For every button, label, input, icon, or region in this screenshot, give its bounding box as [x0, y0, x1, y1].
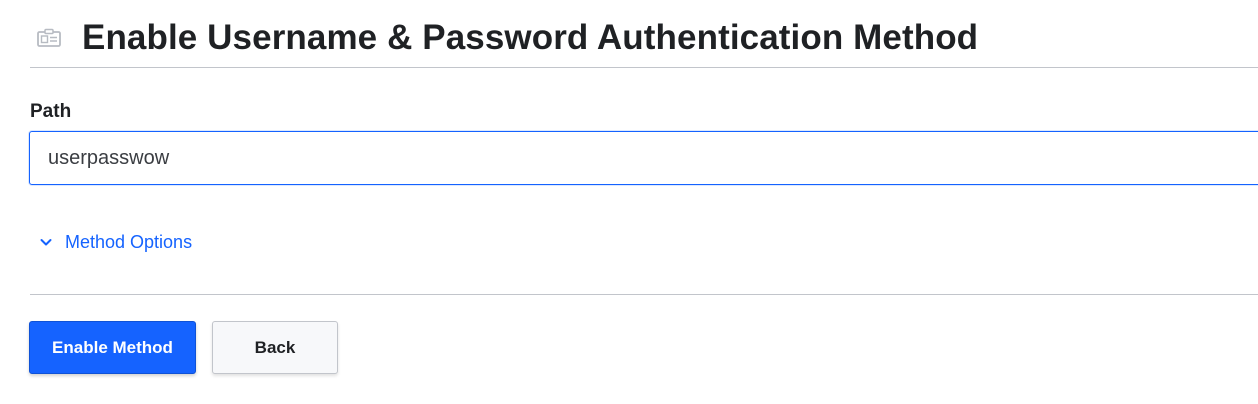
enable-method-button[interactable]: Enable Method	[29, 321, 196, 374]
method-options-label: Method Options	[65, 232, 193, 252]
back-button[interactable]: Back	[212, 321, 338, 374]
section-divider	[30, 294, 1258, 295]
id-card-icon	[36, 28, 62, 48]
path-label: Path	[30, 101, 72, 122]
chevron-down-icon	[38, 234, 65, 250]
page-title: Enable Username & Password Authenticatio…	[82, 18, 979, 57]
path-input[interactable]	[29, 131, 1258, 185]
page-header: Enable Username & Password Authenticatio…	[30, 0, 1258, 68]
method-options-toggle[interactable]: Method Options	[38, 229, 192, 255]
